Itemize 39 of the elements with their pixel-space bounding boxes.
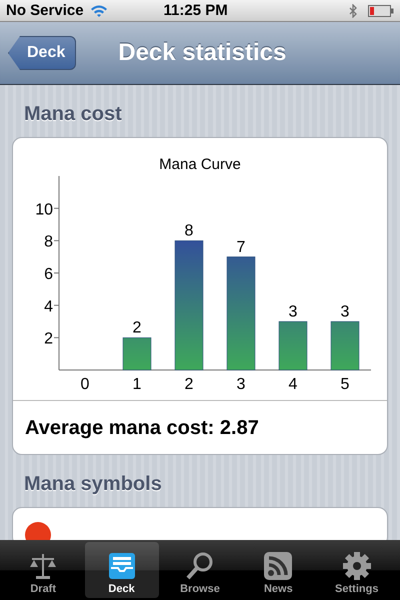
- y-tick-label: 2: [44, 330, 53, 348]
- x-tick-label: 1: [132, 376, 142, 393]
- feed-icon: [263, 551, 294, 581]
- bar-value-label: 3: [288, 304, 298, 320]
- bluetooth-icon: [349, 4, 358, 18]
- bar-value-label: 8: [184, 222, 194, 240]
- y-tick-label: 6: [44, 266, 53, 283]
- gear-icon: [342, 551, 372, 581]
- battery-icon: [368, 4, 394, 16]
- average-cost-label: Average mana cost: 2.87: [24, 416, 260, 441]
- x-tick-label: 0: [80, 376, 90, 393]
- section-header: Mana cost: [23, 102, 123, 127]
- chart-title: Mana Curve: [159, 156, 241, 173]
- carrier-label: No Service: [6, 2, 84, 19]
- screen-title: Deck statistics: [118, 39, 286, 67]
- bar: [330, 321, 360, 370]
- y-tick-label: 8: [44, 234, 53, 251]
- tab[interactable]: Deck: [84, 542, 159, 598]
- x-tick-label: 3: [236, 376, 246, 393]
- x-tick-label: 4: [288, 376, 298, 393]
- tab[interactable]: Settings: [320, 542, 394, 598]
- clock: 11:25 PM: [164, 2, 228, 19]
- back-button[interactable]: Deck: [8, 36, 76, 70]
- x-tick-label: 5: [340, 376, 350, 393]
- wifi-icon: [90, 4, 108, 17]
- bar-value-label: 7: [236, 238, 246, 256]
- y-tick-label: 10: [35, 201, 53, 218]
- bar: [278, 321, 308, 370]
- bar-value-label: 3: [340, 304, 350, 320]
- y-tick-label: 4: [44, 298, 53, 316]
- tab[interactable]: Browse: [162, 542, 237, 598]
- x-tick-label: 2: [184, 376, 194, 393]
- bar: [122, 337, 152, 370]
- section-header: Mana symbols: [23, 472, 163, 497]
- scales-icon: [28, 551, 58, 581]
- tab[interactable]: News: [241, 542, 316, 598]
- tab[interactable]: Draft: [6, 542, 80, 598]
- search-icon: [184, 551, 215, 581]
- bar-value-label: 2: [132, 320, 142, 337]
